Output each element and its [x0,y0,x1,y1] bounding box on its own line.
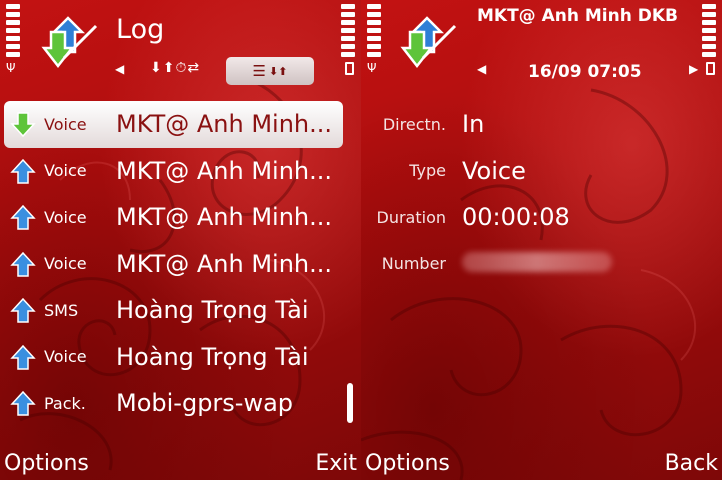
log-entry-name: MKT@ Anh Minh... [116,156,332,185]
detail-label: Type [409,161,446,181]
log-screen: Ψ Log ◀ ⬇⬆⏱⇄ ☰ ⬇⬆ Voice MKT@ Anh Minh... V… [0,0,361,480]
battery-level-icon [341,4,355,57]
log-entry-type: Voice [44,207,87,227]
log-app-icon [41,16,98,69]
outgoing-arrow-icon [8,156,38,186]
list-document-icon: ☰ [252,62,266,80]
outgoing-arrow-icon [8,295,38,325]
battery-icon [345,62,354,75]
detail-value-number[interactable] [462,250,612,278]
antenna-icon: Ψ [367,61,377,75]
options-softkey[interactable]: Options [4,451,89,476]
antenna-icon: Ψ [6,61,16,75]
log-entry-name: Mobi-gprs-wap [116,389,294,418]
log-entry-type: Pack. [44,393,86,413]
log-entry[interactable]: Voice Hoàng Trọng Tài [4,334,343,381]
log-details: Directn. In Type Voice Duration 00:00:08 Numbe… [361,101,722,287]
battery-icon [706,62,715,75]
detail-value: In [462,110,485,139]
detail-label: Directn. [382,114,446,134]
outgoing-arrow-icon [8,202,38,232]
log-entry[interactable]: Voice MKT@ Anh Minh... [4,241,343,288]
log-entry-type: Voice [44,161,87,181]
log-entry-name: MKT@ Anh Minh... [116,249,332,278]
nav-left-arrow-icon[interactable]: ◀ [115,62,124,76]
signal-strength-icon [6,4,20,57]
log-entry-type: SMS [44,300,79,320]
exit-softkey[interactable]: Exit [315,451,357,476]
battery-level-icon [702,4,716,57]
log-entry[interactable]: Voice MKT@ Anh Minh... [4,194,343,241]
nav-right-arrow-icon[interactable]: ▶ [689,62,698,76]
log-entry[interactable]: Voice MKT@ Anh Minh... [4,148,343,195]
log-entry-type: Voice [44,347,87,367]
log-entry-type: Voice [44,114,87,134]
log-entry[interactable]: SMS Hoàng Trọng Tài [4,287,343,334]
detail-row: Type Voice [361,148,722,195]
transfer-arrows-icon: ⬇⬆ [269,64,288,78]
app-title: Log [116,14,165,45]
log-datetime: 16/09 07:05 [528,62,642,82]
outgoing-arrow-icon [8,342,38,372]
detail-row: Duration 00:00:08 [361,194,722,241]
detail-value: Voice [462,156,526,185]
options-softkey[interactable]: Options [365,451,450,476]
detail-label: Number [381,254,446,274]
contact-title: MKT@ Anh Minh DKB [477,6,678,26]
log-list: Voice MKT@ Anh Minh... Voice MKT@ Anh Minh.… [4,101,343,427]
log-entry-name: MKT@ Anh Minh... [116,203,332,232]
scrollbar-thumb[interactable] [347,383,353,423]
log-entry[interactable]: Voice MKT@ Anh Minh... [4,101,343,148]
signal-strength-icon [367,4,381,57]
detail-row: Directn. In [361,101,722,148]
incoming-arrow-icon [8,109,38,139]
scrollbar[interactable] [347,101,353,427]
log-entry-name: Hoàng Trọng Tài [116,296,309,325]
outgoing-arrow-icon [8,388,38,418]
log-filter-icons: ⬇⬆⏱⇄ [150,60,201,76]
log-entry-name: Hoàng Trọng Tài [116,342,309,371]
detail-row: Number [361,241,722,288]
log-detail-screen: Ψ MKT@ Anh Minh DKB ◀ 16/09 07:05 ▶ Dire… [361,0,722,480]
log-entry[interactable]: Pack. Mobi-gprs-wap [4,380,343,427]
nav-left-arrow-icon[interactable]: ◀ [477,62,486,76]
log-app-icon [400,16,457,69]
log-view-button[interactable]: ☰ ⬇⬆ [226,57,314,85]
blurred-phone-number [462,251,612,272]
log-entry-type: Voice [44,254,87,274]
detail-label: Duration [376,207,447,227]
outgoing-arrow-icon [8,249,38,279]
detail-value: 00:00:08 [462,203,570,232]
log-entry-name: MKT@ Anh Minh... [116,110,332,139]
back-softkey[interactable]: Back [665,451,718,476]
